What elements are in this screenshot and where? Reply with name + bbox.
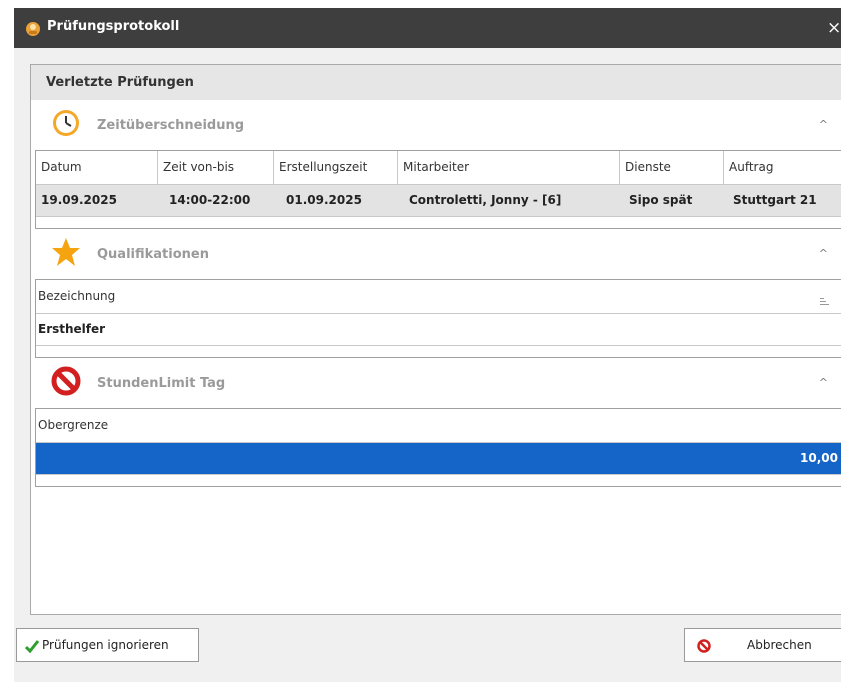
table-row[interactable]: Ersthelfer: [36, 314, 841, 346]
collapse-caret-icon[interactable]: ^: [819, 376, 828, 389]
ignore-checks-button[interactable]: Prüfungen ignorieren: [16, 628, 199, 662]
section-title: Qualifikationen: [97, 247, 209, 262]
button-label: Abbrechen: [747, 638, 812, 652]
column-header[interactable]: Auftrag: [724, 151, 841, 184]
window-title: Prüfungsprotokoll: [47, 19, 180, 34]
column-header[interactable]: Datum: [36, 151, 158, 184]
grid-header: Bezeichnung: [36, 280, 841, 314]
table-row[interactable]: 19.09.2025 14:00-22:00 01.09.2025 Contro…: [36, 185, 841, 217]
cancel-button[interactable]: Abbrechen: [684, 628, 841, 662]
star-icon: [51, 237, 81, 271]
dialog-client-area: Verletzte Prüfungen Zeitüberschneidung ^…: [14, 48, 841, 682]
cell-dienste: Sipo spät: [629, 193, 693, 207]
section-header-zeitueberschneidung[interactable]: Zeitüberschneidung ^: [31, 100, 841, 150]
hour-limit-grid: Obergrenze 10,00: [35, 408, 841, 487]
cell-bezeichnung: Ersthelfer: [38, 322, 106, 336]
top-strip: [0, 0, 841, 8]
violations-group: Verletzte Prüfungen Zeitüberschneidung ^…: [30, 64, 841, 615]
column-header[interactable]: Erstellungszeit: [274, 151, 398, 184]
grid-header: Datum Zeit von-bis Erstellungszeit Mitar…: [36, 151, 841, 185]
group-header: Verletzte Prüfungen: [31, 65, 841, 100]
title-bar[interactable]: Prüfungsprotokoll ×: [14, 8, 841, 48]
section-header-qualifikationen[interactable]: Qualifikationen ^: [31, 229, 841, 279]
app-icon: [25, 21, 41, 41]
column-header[interactable]: Obergrenze: [36, 409, 841, 442]
column-header[interactable]: Dienste: [620, 151, 724, 184]
section-title: StundenLimit Tag: [97, 376, 226, 391]
collapse-caret-icon[interactable]: ^: [819, 247, 828, 260]
cell-auftrag: Stuttgart 21: [733, 193, 817, 207]
column-header[interactable]: Bezeichnung: [36, 280, 816, 313]
table-row-selected[interactable]: 10,00: [36, 443, 841, 475]
section-title: Zeitüberschneidung: [97, 118, 245, 133]
no-entry-icon: [697, 639, 711, 656]
no-entry-icon: [51, 366, 81, 400]
cell-datum: 19.09.2025: [41, 193, 117, 207]
close-icon[interactable]: ×: [827, 18, 841, 38]
section-header-stundenlimit[interactable]: StundenLimit Tag ^: [31, 358, 841, 408]
clock-icon: [51, 108, 81, 142]
column-header[interactable]: Zeit von-bis: [158, 151, 274, 184]
cell-erstellungszeit: 01.09.2025: [286, 193, 362, 207]
collapse-caret-icon[interactable]: ^: [819, 118, 828, 131]
cell-obergrenze: 10,00: [800, 451, 838, 465]
cell-mitarbeiter: Controletti, Jonny - [6]: [409, 193, 562, 207]
group-title: Verletzte Prüfungen: [46, 75, 194, 90]
qualifications-grid: Bezeichnung Ersthelfer: [35, 279, 841, 358]
cell-zeit: 14:00-22:00: [169, 193, 251, 207]
filter-icon[interactable]: [820, 292, 830, 311]
grid-header: Obergrenze: [36, 409, 841, 443]
column-header[interactable]: Mitarbeiter: [398, 151, 620, 184]
button-label: Prüfungen ignorieren: [42, 638, 169, 652]
time-overlap-grid: Datum Zeit von-bis Erstellungszeit Mitar…: [35, 150, 841, 229]
checkmark-icon: [24, 639, 40, 656]
